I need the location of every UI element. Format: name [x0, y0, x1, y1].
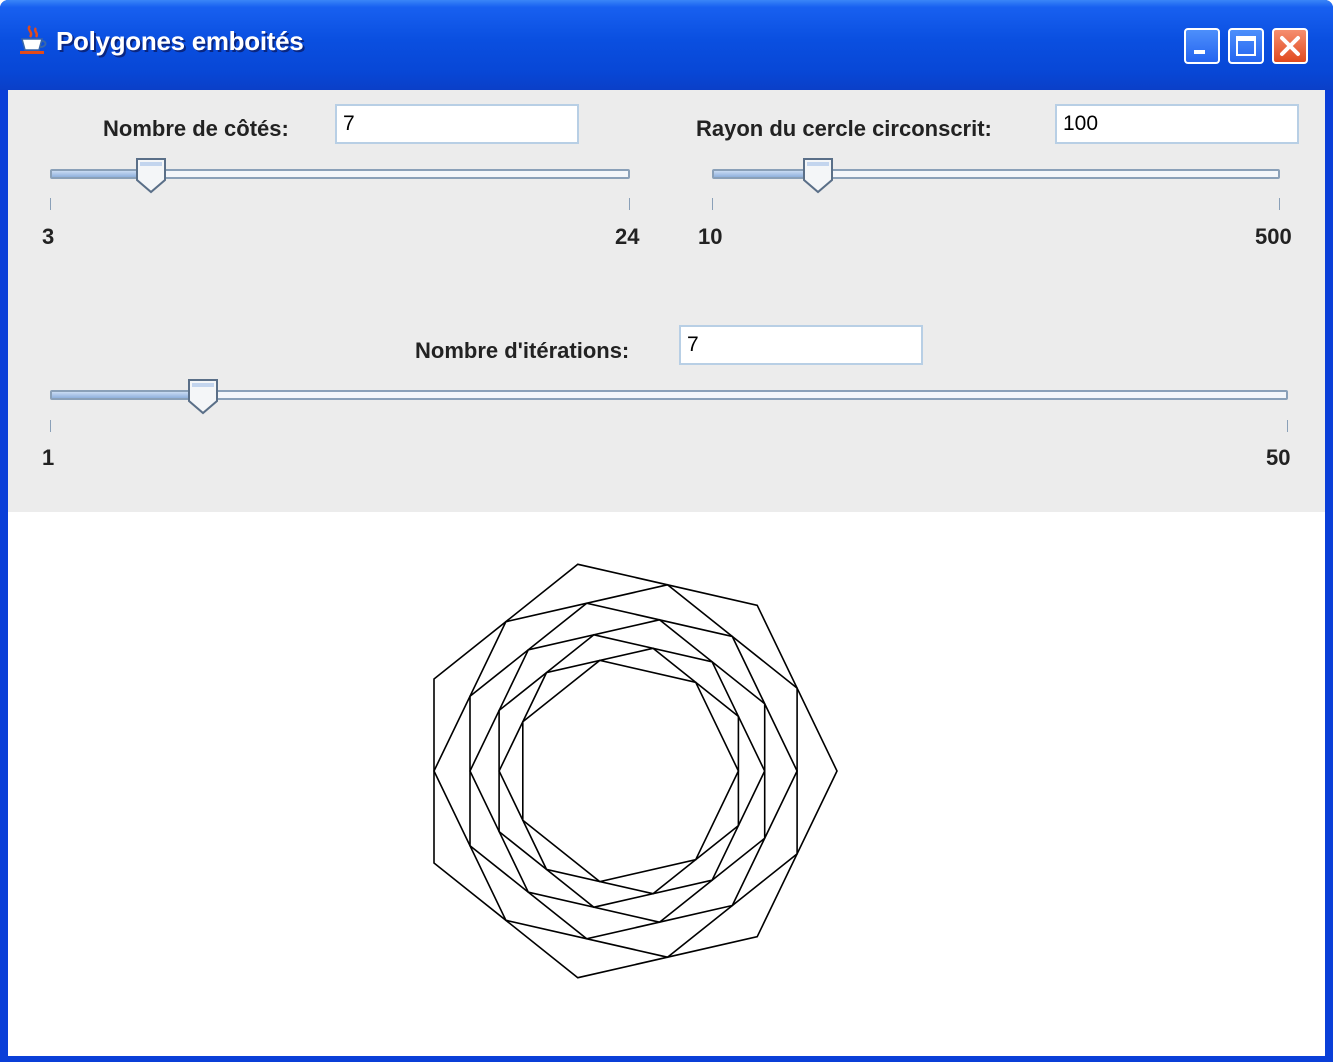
window-bottom-border — [0, 1056, 1333, 1062]
iterations-tick-min — [50, 420, 51, 432]
polygon-iteration-7 — [521, 659, 740, 883]
sides-label: Nombre de côtés: — [103, 116, 289, 141]
polygon-iteration-6 — [498, 647, 740, 895]
sides-input[interactable] — [335, 104, 579, 144]
iterations-min-label: 1 — [42, 445, 55, 470]
iterations-max-label: 50 — [1266, 445, 1291, 470]
iterations-tick-max — [1287, 420, 1288, 432]
window-title: Polygones emboités — [56, 26, 304, 56]
sides-min-label: 3 — [42, 224, 55, 249]
polygon-iteration-5 — [498, 633, 766, 909]
iterations-input[interactable] — [679, 325, 923, 365]
radius-min-label: 10 — [698, 224, 723, 249]
sides-slider-thumb[interactable] — [134, 156, 168, 194]
iterations-label: Nombre d'itérations: — [415, 338, 630, 363]
minimize-icon — [1194, 50, 1205, 54]
application-window: Polygones emboités Nombre de côtés: 3 24… — [0, 0, 1333, 1062]
sides-tick-max — [629, 198, 630, 210]
content-pane: Nombre de côtés: 3 24 Rayon du cercle ci… — [8, 90, 1325, 1056]
maximize-icon — [1236, 36, 1256, 56]
iterations-slider-thumb[interactable] — [186, 377, 220, 415]
java-cup-icon — [20, 25, 47, 54]
radius-slider-thumb[interactable] — [801, 156, 835, 194]
polygon-iteration-2 — [433, 583, 798, 959]
iterations-slider-fill — [52, 392, 207, 398]
minimize-button[interactable] — [1184, 28, 1220, 64]
radius-tick-min — [712, 198, 713, 210]
radius-slider-track[interactable] — [712, 169, 1280, 179]
sides-max-label: 24 — [615, 224, 640, 249]
radius-input[interactable] — [1055, 104, 1299, 144]
close-icon — [1280, 36, 1300, 56]
close-button[interactable] — [1272, 28, 1308, 64]
maximize-button[interactable] — [1228, 28, 1264, 64]
radius-tick-max — [1279, 198, 1280, 210]
polygon-iteration-1 — [433, 563, 838, 979]
radius-max-label: 500 — [1255, 224, 1292, 249]
radius-label: Rayon du cercle circonscrit: — [696, 116, 992, 141]
nested-polygons-drawing — [433, 563, 838, 979]
title-bar[interactable]: Polygones emboités — [0, 0, 1333, 90]
drawing-canvas — [8, 512, 1325, 1056]
iterations-slider-track[interactable] — [50, 390, 1288, 400]
sides-tick-min — [50, 198, 51, 210]
